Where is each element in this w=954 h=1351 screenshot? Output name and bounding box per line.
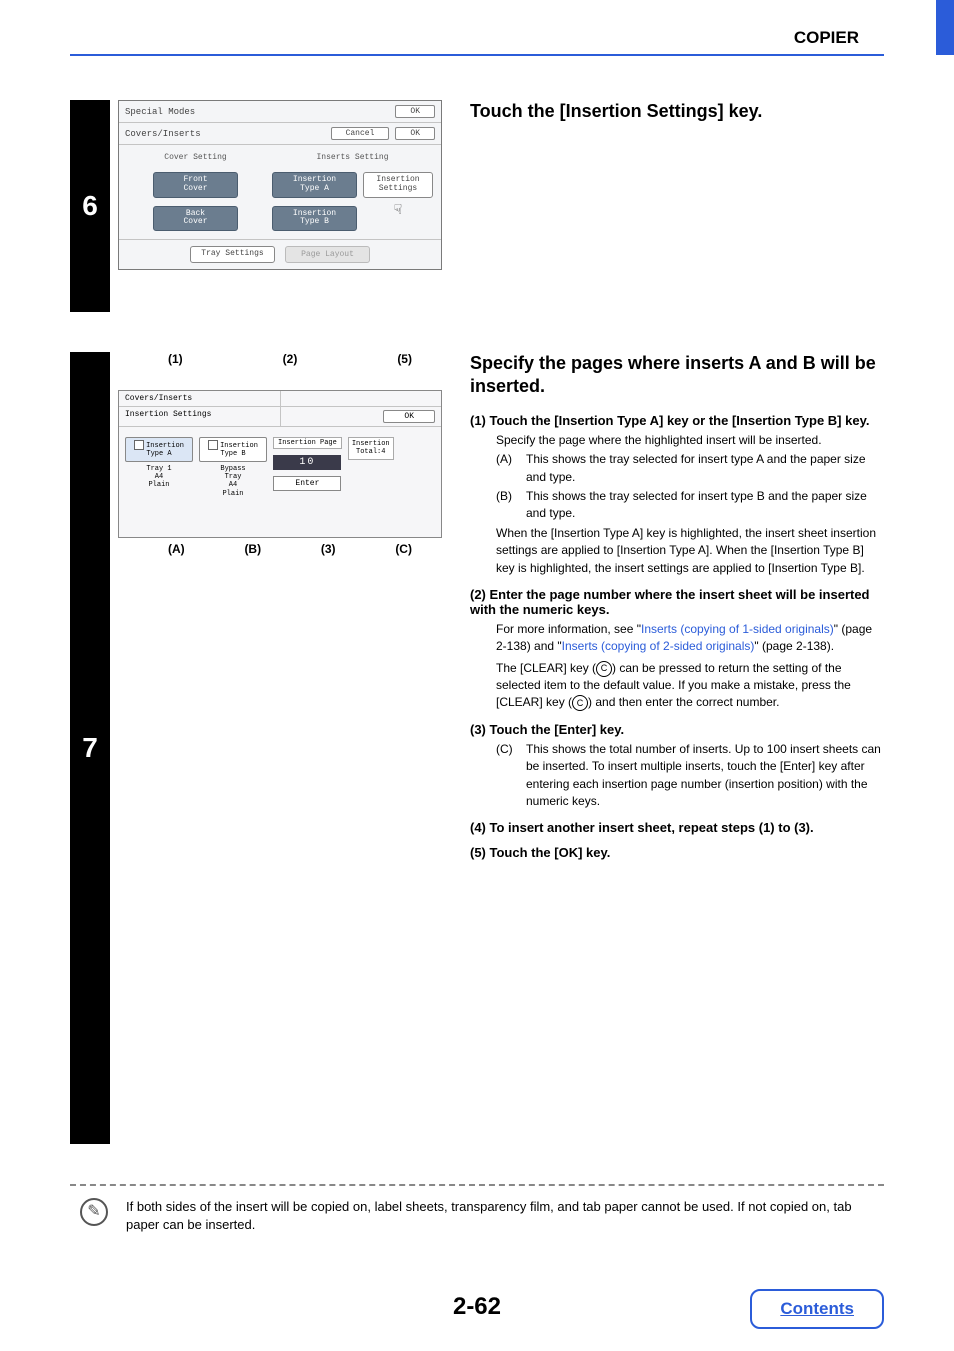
panel-title: Special Modes bbox=[125, 107, 389, 117]
panel-insertion-settings: Covers/Inserts Insertion Settings OK Ins… bbox=[118, 390, 442, 538]
clear-key-icon: C bbox=[596, 661, 612, 677]
callout-5: (5) bbox=[397, 352, 412, 366]
tray-b-info: Bypass Tray A4 Plain bbox=[199, 465, 267, 499]
main-content: 6 Special Modes OK Covers/Inserts Cancel… bbox=[70, 100, 884, 1234]
clear-key-icon: C bbox=[572, 695, 588, 711]
link-1sided[interactable]: Inserts (copying of 1-sided originals) bbox=[641, 622, 834, 636]
ok-button[interactable]: OK bbox=[383, 410, 435, 423]
step-7-screenshot: (1) (2) (5) Covers/Inserts Insertion Set… bbox=[110, 352, 450, 556]
substep-1-tail: When the [Insertion Type A] key is highl… bbox=[496, 525, 884, 577]
substep-1: (1) Touch the [Insertion Type A] key or … bbox=[470, 413, 884, 577]
callout-1: (1) bbox=[168, 352, 183, 366]
contents-button[interactable]: Contents bbox=[750, 1289, 884, 1329]
ok-button[interactable]: OK bbox=[395, 105, 435, 118]
note-text: If both sides of the insert will be copi… bbox=[126, 1198, 874, 1234]
callout-B: (B) bbox=[244, 542, 261, 556]
back-cover-button[interactable]: Back Cover bbox=[153, 206, 238, 232]
ok-button[interactable]: OK bbox=[395, 127, 435, 140]
panel-subtitle: Covers/Inserts bbox=[125, 129, 325, 139]
insertion-type-b-button[interactable]: Insertion Type B bbox=[272, 206, 357, 232]
side-strip bbox=[936, 0, 954, 55]
tray-settings-button[interactable]: Tray Settings bbox=[190, 246, 275, 263]
note-icon: ✎ bbox=[80, 1198, 108, 1226]
callout-C: (C) bbox=[395, 542, 412, 556]
enter-button[interactable]: Enter bbox=[273, 476, 341, 491]
front-cover-button[interactable]: Front Cover bbox=[153, 172, 238, 198]
substep-2: (2) Enter the page number where the inse… bbox=[470, 587, 884, 712]
insertion-type-b-key[interactable]: Insertion Type B bbox=[199, 437, 267, 462]
doc-icon bbox=[134, 440, 144, 450]
step-6-screenshot: Special Modes OK Covers/Inserts Cancel O… bbox=[110, 100, 450, 270]
insertion-total: Insertion Total:4 bbox=[348, 437, 394, 460]
step-7-badge: 7 bbox=[70, 352, 110, 1144]
header-rule bbox=[70, 54, 884, 56]
header-section: COPIER bbox=[794, 28, 859, 48]
step-7: 7 (1) (2) (5) Covers/Inserts Insertion S… bbox=[70, 352, 884, 1144]
cover-setting-header: Cover Setting bbox=[164, 153, 226, 162]
callout-2: (2) bbox=[283, 352, 298, 366]
cancel-button[interactable]: Cancel bbox=[331, 127, 390, 140]
insertion-type-a-button[interactable]: Insertion Type A bbox=[272, 172, 357, 198]
note-separator bbox=[70, 1184, 884, 1186]
substep-4: (4) To insert another insert sheet, repe… bbox=[470, 820, 884, 835]
step-7-title: Specify the pages where inserts A and B … bbox=[470, 352, 884, 399]
substep-1-body: Specify the page where the highlighted i… bbox=[496, 432, 884, 449]
doc-icon bbox=[208, 440, 218, 450]
insertion-type-a-key[interactable]: Insertion Type A bbox=[125, 437, 193, 462]
insertion-settings-button[interactable]: Insertion Settings bbox=[363, 172, 433, 198]
link-2sided[interactable]: Inserts (copying of 2-sided originals) bbox=[562, 639, 755, 653]
step-6: 6 Special Modes OK Covers/Inserts Cancel… bbox=[70, 100, 884, 312]
inserts-setting-header: Inserts Setting bbox=[316, 153, 388, 162]
page-number-display: 10 bbox=[273, 455, 341, 470]
substep-5: (5) Touch the [OK] key. bbox=[470, 845, 884, 860]
step-6-badge: 6 bbox=[70, 100, 110, 312]
callout-3: (3) bbox=[321, 542, 336, 556]
hand-cursor-icon: ☟ bbox=[394, 202, 402, 219]
callout-A: (A) bbox=[168, 542, 185, 556]
panel7-header2-left: Insertion Settings bbox=[119, 407, 281, 426]
step-6-title: Touch the [Insertion Settings] key. bbox=[470, 100, 884, 123]
substep-3: (3) Touch the [Enter] key. (C)This shows… bbox=[470, 722, 884, 811]
tray-a-info: Tray 1 A4 Plain bbox=[125, 465, 193, 490]
insertion-page-label: Insertion Page bbox=[273, 437, 342, 449]
panel-special-modes: Special Modes OK Covers/Inserts Cancel O… bbox=[118, 100, 442, 270]
page-layout-button: Page Layout bbox=[285, 246, 370, 263]
panel7-header-left: Covers/Inserts bbox=[119, 391, 281, 406]
note: ✎ If both sides of the insert will be co… bbox=[70, 1198, 884, 1234]
